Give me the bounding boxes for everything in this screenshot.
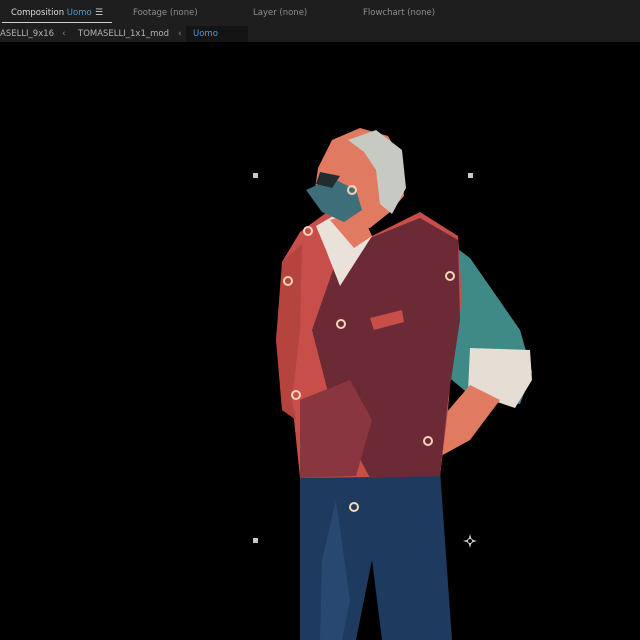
tab-composition[interactable]: Composition Uomo: [2, 0, 112, 26]
breadcrumb-item[interactable]: ASELLI_9x16: [0, 26, 54, 42]
illustration-man-standing[interactable]: [0, 42, 640, 640]
composition-viewer[interactable]: [0, 42, 640, 640]
hamburger-menu-icon[interactable]: ☰: [95, 0, 103, 26]
breadcrumb-item[interactable]: TOMASELLI_1x1_mod: [78, 26, 169, 42]
tab-flowchart[interactable]: Flowchart (none): [363, 0, 435, 26]
tab-composition-label: Composition: [11, 8, 65, 18]
composition-panel-tabs: Composition Uomo ☰ Footage (none) Layer …: [0, 0, 640, 26]
anchor-point-icon[interactable]: [463, 534, 477, 548]
transform-handle[interactable]: [468, 173, 473, 178]
tab-layer[interactable]: Layer (none): [253, 0, 307, 26]
tab-composition-name: Uomo: [66, 8, 92, 18]
composition-breadcrumb: ASELLI_9x16 ‹ TOMASELLI_1x1_mod ‹ Uomo: [0, 26, 640, 42]
transform-handle[interactable]: [253, 173, 258, 178]
breadcrumb-item-current[interactable]: Uomo: [186, 26, 248, 42]
transform-handle[interactable]: [253, 538, 258, 543]
tab-footage[interactable]: Footage (none): [133, 0, 198, 26]
chevron-left-icon: ‹: [62, 29, 66, 39]
chevron-left-icon: ‹: [178, 29, 182, 39]
